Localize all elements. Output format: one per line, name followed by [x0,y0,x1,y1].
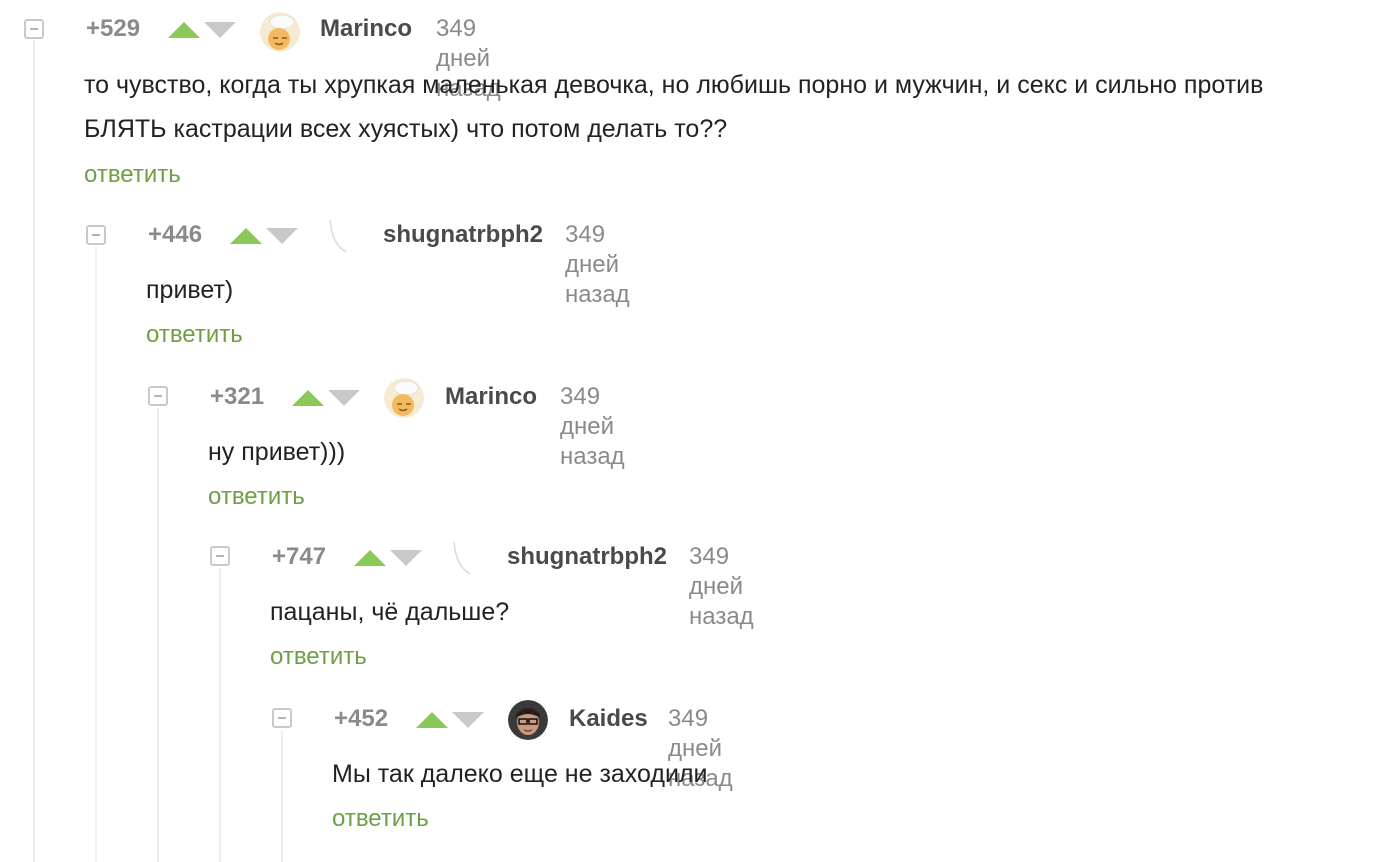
downvote-button[interactable] [390,550,422,566]
downvote-button[interactable] [204,22,236,38]
downvote-button[interactable] [452,712,484,728]
downvote-button[interactable] [328,390,360,406]
reply-link[interactable]: ответить [270,642,367,672]
thread-line [95,246,97,862]
thread-line [157,408,159,862]
comment-text: ну привет))) [208,438,346,466]
comment-text: привет) [146,276,234,304]
reply-link[interactable]: ответить [208,482,305,512]
photo-avatar-icon[interactable] [508,700,548,740]
comment-author[interactable]: Marinco [445,382,537,412]
thread-line [219,568,221,862]
thread-line [33,40,35,862]
empty-avatar-icon[interactable] [322,216,362,256]
comment-author[interactable]: Marinco [320,14,412,44]
empty-avatar-icon[interactable] [446,538,486,578]
collapse-button[interactable] [210,546,230,566]
collapse-button[interactable] [148,386,168,406]
comment-rating: +747 [272,543,327,570]
reply-link[interactable]: ответить [146,320,243,350]
upvote-button[interactable] [292,390,324,406]
comment-rating: +452 [334,705,389,732]
comment-rating: +446 [148,221,203,248]
collapse-button[interactable] [86,225,106,245]
comment-author[interactable]: Kaides [569,704,648,734]
comment-author[interactable]: shugnatrbph2 [383,220,543,250]
upvote-button[interactable] [354,550,386,566]
chef-avatar-icon[interactable] [384,378,424,418]
chef-avatar-icon[interactable] [260,12,300,52]
upvote-button[interactable] [416,712,448,728]
comment-text: пацаны, чё дальше? [270,598,510,626]
comment-text: Мы так далеко еще не заходили [332,760,708,788]
reply-link[interactable]: ответить [84,160,181,190]
downvote-button[interactable] [266,228,298,244]
comment-rating: +321 [210,383,265,410]
comment-rating: +529 [86,15,141,42]
collapse-button[interactable] [24,19,44,39]
upvote-button[interactable] [230,228,262,244]
comment-text: то чувство, когда ты хрупкая маленькая д… [84,71,1264,143]
collapse-button[interactable] [272,708,292,728]
comment-author[interactable]: shugnatrbph2 [507,542,667,572]
thread-line [281,730,283,862]
reply-link[interactable]: ответить [332,804,429,834]
upvote-button[interactable] [168,22,200,38]
